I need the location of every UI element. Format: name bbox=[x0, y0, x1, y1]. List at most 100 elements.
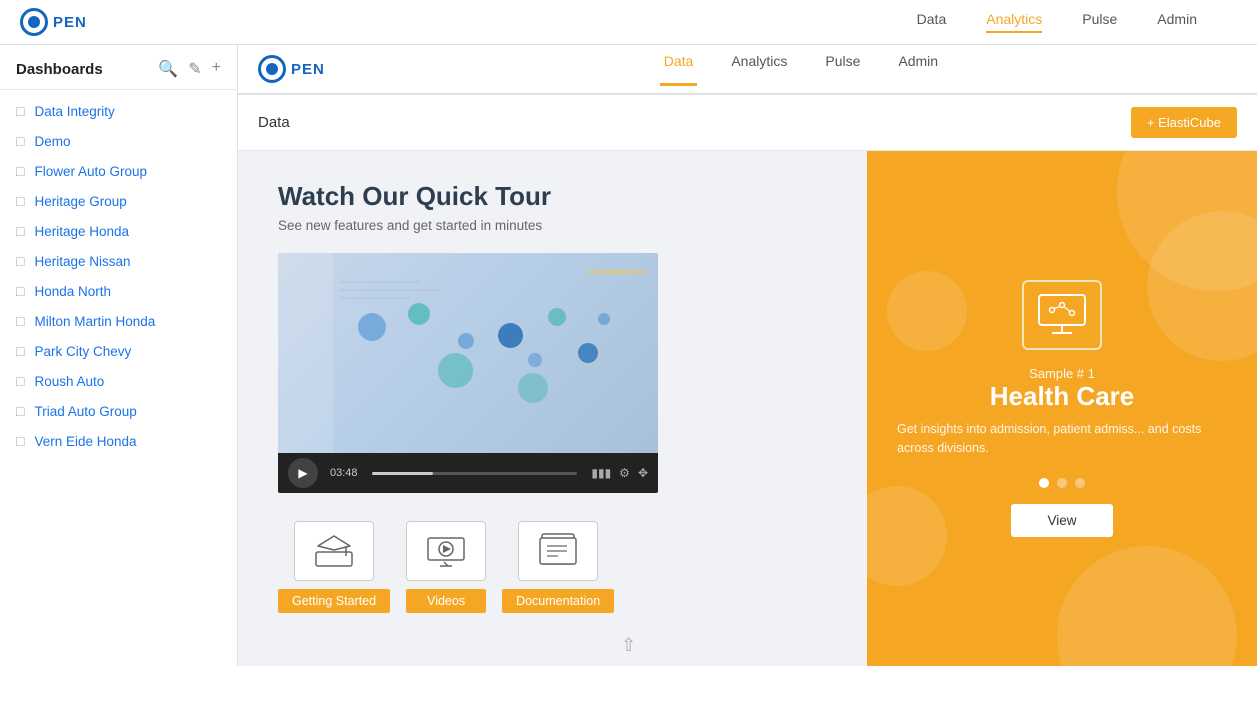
videos-icon-box bbox=[406, 521, 486, 581]
top-nav-data[interactable]: Data bbox=[917, 11, 947, 33]
sidebar-item-label: Vern Eide Honda bbox=[34, 434, 136, 449]
inner-nav-analytics[interactable]: Analytics bbox=[727, 53, 791, 86]
sidebar-item-label: Demo bbox=[34, 134, 70, 149]
sidebar-item-roush[interactable]: □ Roush Auto bbox=[0, 366, 237, 396]
left-panel: Watch Our Quick Tour See new features an… bbox=[238, 151, 867, 666]
video-progress-fill bbox=[372, 472, 434, 475]
scatter-dot bbox=[578, 343, 598, 363]
video-progress-bar[interactable] bbox=[372, 472, 578, 475]
sidebar-item-vern-eide[interactable]: □ Vern Eide Honda bbox=[0, 426, 237, 456]
sidebar-item-flower[interactable]: □ Flower Auto Group bbox=[0, 156, 237, 186]
sidebar-item-data-integrity[interactable]: □ Data Integrity bbox=[0, 96, 237, 126]
dot-indicator-2[interactable] bbox=[1057, 478, 1067, 488]
scatter-dot bbox=[358, 313, 386, 341]
folder-icon: □ bbox=[16, 403, 24, 419]
sample-number: Sample # 1 bbox=[1029, 366, 1095, 381]
sidebar-item-label: Flower Auto Group bbox=[34, 164, 147, 179]
logo-text: PEN bbox=[53, 14, 87, 31]
folder-icon: □ bbox=[16, 103, 24, 119]
monitor-chart-icon bbox=[1037, 293, 1087, 337]
content-area: PEN Data Analytics Pulse Admin Data + El… bbox=[238, 45, 1257, 666]
video-player[interactable]: ▶ 03:48 ▮▮▮ ⚙ ✥ bbox=[278, 253, 658, 493]
inner-nav-admin[interactable]: Admin bbox=[894, 53, 942, 86]
sidebar-item-label: Heritage Group bbox=[34, 194, 126, 209]
top-nav-admin[interactable]: Admin bbox=[1157, 11, 1197, 33]
sidebar-title: Dashboards bbox=[16, 61, 103, 78]
play-button[interactable]: ▶ bbox=[288, 458, 318, 488]
sidebar-icons: 🔍 ✎ + bbox=[158, 59, 221, 79]
search-icon[interactable]: 🔍 bbox=[158, 59, 178, 79]
sidebar-header: Dashboards 🔍 ✎ + bbox=[0, 45, 237, 90]
sidebar-item-label: Milton Martin Honda bbox=[34, 314, 155, 329]
scroll-up-arrow[interactable]: ⇧ bbox=[621, 635, 636, 656]
data-header: Data + ElastiCube bbox=[238, 95, 1257, 151]
folder-icon: □ bbox=[16, 223, 24, 239]
quick-tour-subtitle: See new features and get started in minu… bbox=[278, 218, 542, 233]
sidebar-item-label: Data Integrity bbox=[34, 104, 114, 119]
scatter-dot bbox=[438, 353, 473, 388]
folder-icon: □ bbox=[16, 433, 24, 449]
fullscreen-icon[interactable]: ✥ bbox=[638, 466, 648, 480]
deco-circle-5 bbox=[887, 271, 967, 351]
video-preview bbox=[278, 253, 658, 453]
vp-line3 bbox=[340, 297, 410, 299]
top-nav-pulse[interactable]: Pulse bbox=[1082, 11, 1117, 33]
scatter-dot bbox=[458, 333, 474, 349]
sidebar-item-honda-north[interactable]: □ Honda North bbox=[0, 276, 237, 306]
volume-icon[interactable]: ▮▮▮ bbox=[591, 466, 611, 480]
folder-icon: □ bbox=[16, 343, 24, 359]
folder-icon: □ bbox=[16, 193, 24, 209]
inner-logo: PEN bbox=[258, 55, 325, 83]
dot-indicators bbox=[1039, 478, 1085, 488]
top-logo: PEN bbox=[20, 8, 87, 36]
video-play-icon bbox=[426, 532, 466, 570]
videos-card[interactable]: Videos bbox=[406, 521, 486, 613]
documentation-icon-box bbox=[518, 521, 598, 581]
sidebar: Dashboards 🔍 ✎ + □ Data Integrity □ Demo… bbox=[0, 45, 238, 666]
add-icon[interactable]: + bbox=[212, 59, 221, 79]
sidebar-item-triad[interactable]: □ Triad Auto Group bbox=[0, 396, 237, 426]
top-nav-analytics[interactable]: Analytics bbox=[986, 11, 1042, 33]
sidebar-item-heritage-group[interactable]: □ Heritage Group bbox=[0, 186, 237, 216]
settings-icon[interactable]: ⚙ bbox=[619, 466, 630, 480]
data-section-title: Data bbox=[258, 114, 290, 131]
action-icons: Getting Started Videos bbox=[278, 521, 614, 613]
folder-icon: □ bbox=[16, 373, 24, 389]
inner-nav-pulse[interactable]: Pulse bbox=[821, 53, 864, 86]
video-controls[interactable]: ▶ 03:48 ▮▮▮ ⚙ ✥ bbox=[278, 453, 658, 493]
dot-indicator-3[interactable] bbox=[1075, 478, 1085, 488]
deco-circle-3 bbox=[867, 486, 947, 586]
scatter-dot bbox=[528, 353, 542, 367]
inner-nav-data[interactable]: Data bbox=[660, 53, 698, 86]
scatter-dot bbox=[518, 373, 548, 403]
scatter-dot bbox=[408, 303, 430, 325]
folder-icon: □ bbox=[16, 163, 24, 179]
logo-circle bbox=[20, 8, 48, 36]
sidebar-item-label: Honda North bbox=[34, 284, 111, 299]
sidebar-item-demo[interactable]: □ Demo bbox=[0, 126, 237, 156]
scatter-dot bbox=[548, 308, 566, 326]
edit-icon[interactable]: ✎ bbox=[188, 59, 201, 79]
sidebar-item-heritage-honda[interactable]: □ Heritage Honda bbox=[0, 216, 237, 246]
folder-icon: □ bbox=[16, 133, 24, 149]
folder-icon: □ bbox=[16, 253, 24, 269]
inner-nav: PEN Data Analytics Pulse Admin bbox=[238, 45, 1257, 95]
vp-deco2 bbox=[598, 271, 628, 273]
vp-line1 bbox=[340, 281, 420, 283]
folder-icon: □ bbox=[16, 283, 24, 299]
add-elasticube-button[interactable]: + ElastiCube bbox=[1131, 107, 1237, 138]
document-icon bbox=[538, 532, 578, 570]
dot-indicator-1[interactable] bbox=[1039, 478, 1049, 488]
sidebar-item-park-chevy[interactable]: □ Park City Chevy bbox=[0, 336, 237, 366]
sidebar-item-label: Heritage Honda bbox=[34, 224, 129, 239]
top-nav-links: Data Analytics Pulse Admin bbox=[917, 11, 1197, 33]
documentation-card[interactable]: Documentation bbox=[502, 521, 614, 613]
folder-icon: □ bbox=[16, 313, 24, 329]
view-button[interactable]: View bbox=[1011, 504, 1112, 537]
sidebar-item-milton-martin[interactable]: □ Milton Martin Honda bbox=[0, 306, 237, 336]
quick-tour-title: Watch Our Quick Tour bbox=[278, 181, 551, 212]
getting-started-card[interactable]: Getting Started bbox=[278, 521, 390, 613]
sidebar-item-heritage-nissan[interactable]: □ Heritage Nissan bbox=[0, 246, 237, 276]
inner-logo-text: PEN bbox=[291, 61, 325, 78]
inner-nav-links: Data Analytics Pulse Admin bbox=[365, 53, 1237, 86]
